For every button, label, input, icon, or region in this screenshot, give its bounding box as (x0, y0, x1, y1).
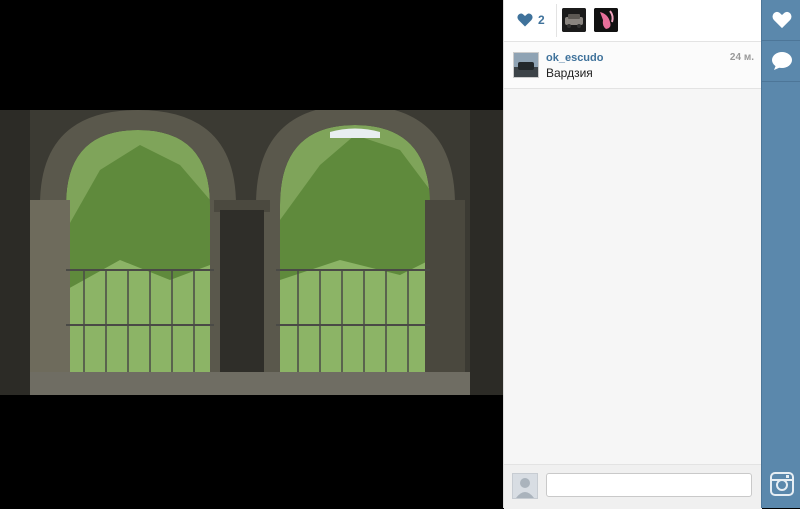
speech-bubble-icon (771, 52, 792, 70)
like-count[interactable]: 2 (538, 13, 545, 27)
comment-timestamp: 24 м. (729, 52, 754, 63)
comment-input[interactable] (546, 473, 752, 497)
comment-item: ok_escudo 24 м. Вардзия (504, 42, 762, 89)
photo-viewer (0, 0, 503, 508)
comment-button[interactable] (762, 41, 800, 82)
user-avatar-image (514, 53, 538, 77)
camera-logo-icon[interactable] (770, 472, 794, 496)
comment-composer (504, 464, 762, 509)
photo-arched-windows (0, 110, 503, 395)
avatar (512, 473, 538, 499)
car-icon (562, 8, 586, 32)
default-user-icon (513, 474, 537, 498)
camera-icon (772, 475, 792, 491)
post-photo[interactable] (0, 110, 503, 395)
flower-icon (594, 8, 618, 32)
divider (556, 4, 557, 37)
action-rail (761, 0, 800, 508)
heart-icon[interactable] (517, 13, 533, 27)
comment-text: Вардзия (546, 66, 593, 80)
likes-bar: 2 (504, 0, 762, 42)
comment-username[interactable]: ok_escudo (546, 52, 603, 64)
post-side-panel: 2 ok_escudo 24 м. Вардзия (503, 0, 762, 509)
heart-icon (772, 11, 791, 29)
liker-avatar-car[interactable] (562, 8, 586, 32)
avatar[interactable] (513, 52, 539, 78)
like-button[interactable] (762, 0, 800, 41)
liker-avatar-flower[interactable] (594, 8, 618, 32)
